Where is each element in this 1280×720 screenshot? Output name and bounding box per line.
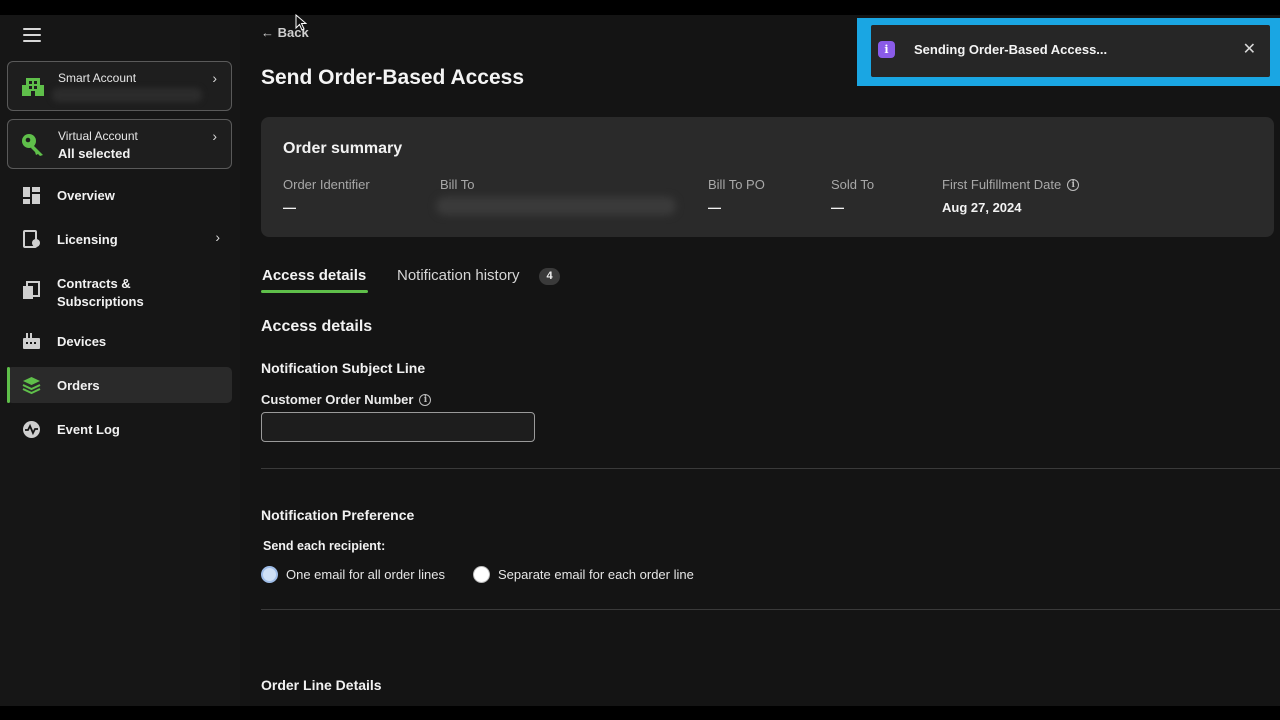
- toast-notification: i Sending Order-Based Access... ✕: [871, 25, 1270, 77]
- tab-notification-history[interactable]: Notification history: [397, 267, 520, 284]
- device-icon: [23, 333, 40, 349]
- info-icon[interactable]: i: [1067, 178, 1080, 191]
- bill-to-value-redacted: [436, 197, 676, 215]
- sidebar-item-label: Contracts & Subscriptions: [57, 276, 144, 309]
- order-line-details-heading: Order Line Details: [261, 677, 382, 693]
- summary-label: Bill To: [440, 177, 475, 192]
- close-icon[interactable]: ✕: [1243, 39, 1256, 59]
- chevron-right-icon: ›: [215, 229, 220, 245]
- chevron-right-icon: ›: [212, 128, 217, 144]
- active-tab-indicator: [261, 290, 368, 293]
- summary-sold-to: Sold To —: [831, 177, 874, 215]
- building-icon: [22, 78, 44, 96]
- summary-bill-to-po: Bill To PO —: [708, 177, 765, 215]
- radio-label: One email for all order lines: [286, 567, 445, 582]
- window-top-bar: [0, 0, 1280, 15]
- sidebar-item-overview[interactable]: Overview: [7, 177, 232, 213]
- summary-label: Order Identifier: [283, 177, 370, 192]
- dashboard-icon: [23, 187, 40, 204]
- notification-preference-heading: Notification Preference: [261, 507, 415, 523]
- sidebar-item-event-log[interactable]: Event Log: [7, 411, 232, 447]
- summary-value: Aug 27, 2024: [942, 200, 1022, 215]
- window-bottom-bar: [0, 706, 1280, 720]
- sidebar-item-label: Devices: [57, 334, 107, 349]
- sidebar-item-licensing[interactable]: Licensing ›: [7, 221, 232, 257]
- sidebar-item-label: Event Log: [57, 422, 120, 437]
- send-each-recipient-label: Send each recipient:: [263, 539, 386, 553]
- summary-label: Bill To PO: [708, 177, 765, 192]
- summary-bill-to: Bill To: [440, 177, 474, 192]
- contracts-icon: [23, 281, 40, 299]
- sidebar-item-label: Orders: [57, 378, 100, 393]
- info-icon[interactable]: i: [419, 393, 432, 406]
- radio-unselected-icon[interactable]: [473, 566, 490, 583]
- subject-line-heading: Notification Subject Line: [261, 360, 426, 376]
- layers-icon: [22, 377, 41, 395]
- sidebar-item-orders[interactable]: Orders: [7, 367, 232, 403]
- tab-access-details[interactable]: Access details: [262, 267, 366, 284]
- section-divider: [261, 468, 1280, 469]
- page-title: Send Order-Based Access: [261, 66, 525, 89]
- info-icon: i: [878, 41, 895, 58]
- order-summary-card: Order summary Order Identifier — Bill To…: [261, 117, 1274, 237]
- summary-order-identifier: Order Identifier —: [283, 177, 370, 215]
- customer-order-number-label-text: Customer Order Number: [261, 392, 414, 407]
- smart-account-selector[interactable]: Smart Account ›: [7, 61, 232, 111]
- summary-label: First Fulfillment Date: [942, 177, 1062, 192]
- access-details-heading: Access details: [261, 318, 373, 335]
- summary-first-fulfillment-date: First Fulfillment Date i Aug 27, 2024: [942, 177, 1080, 215]
- virtual-account-value: All selected: [58, 146, 131, 161]
- arrow-left-icon: ←: [261, 25, 274, 40]
- radio-label: Separate email for each order line: [498, 567, 694, 582]
- sidebar-item-label: Licensing: [57, 232, 118, 247]
- key-icon: [22, 134, 43, 156]
- sidebar: Smart Account › Virtual Account All sele…: [0, 15, 240, 706]
- toast-message: Sending Order-Based Access...: [914, 42, 1108, 57]
- activity-icon: [23, 421, 40, 438]
- summary-value: —: [831, 200, 844, 215]
- smart-account-value-redacted: [52, 88, 202, 102]
- order-summary-title: Order summary: [283, 140, 403, 157]
- summary-label: Sold To: [831, 177, 875, 192]
- summary-value: —: [708, 200, 721, 215]
- customer-order-number-label: Customer Order Number i: [261, 392, 432, 407]
- menu-icon[interactable]: [23, 28, 41, 42]
- radio-separate-email[interactable]: Separate email for each order line: [473, 566, 694, 583]
- section-divider: [261, 609, 1280, 610]
- license-icon: [23, 230, 40, 248]
- virtual-account-selector[interactable]: Virtual Account All selected ›: [7, 119, 232, 169]
- sidebar-item-devices[interactable]: Devices: [7, 323, 232, 359]
- summary-value: —: [283, 200, 296, 215]
- chevron-right-icon: ›: [212, 70, 217, 86]
- sidebar-item-contracts[interactable]: Contracts & Subscriptions: [7, 265, 232, 315]
- customer-order-number-input[interactable]: [261, 412, 535, 442]
- virtual-account-label: Virtual Account: [58, 129, 138, 143]
- sidebar-item-label: Overview: [57, 188, 115, 203]
- radio-one-email[interactable]: One email for all order lines: [261, 566, 445, 583]
- mouse-cursor-icon: [295, 14, 307, 31]
- notification-count-badge: 4: [539, 268, 560, 285]
- smart-account-label: Smart Account: [58, 71, 137, 85]
- radio-selected-icon[interactable]: [261, 566, 278, 583]
